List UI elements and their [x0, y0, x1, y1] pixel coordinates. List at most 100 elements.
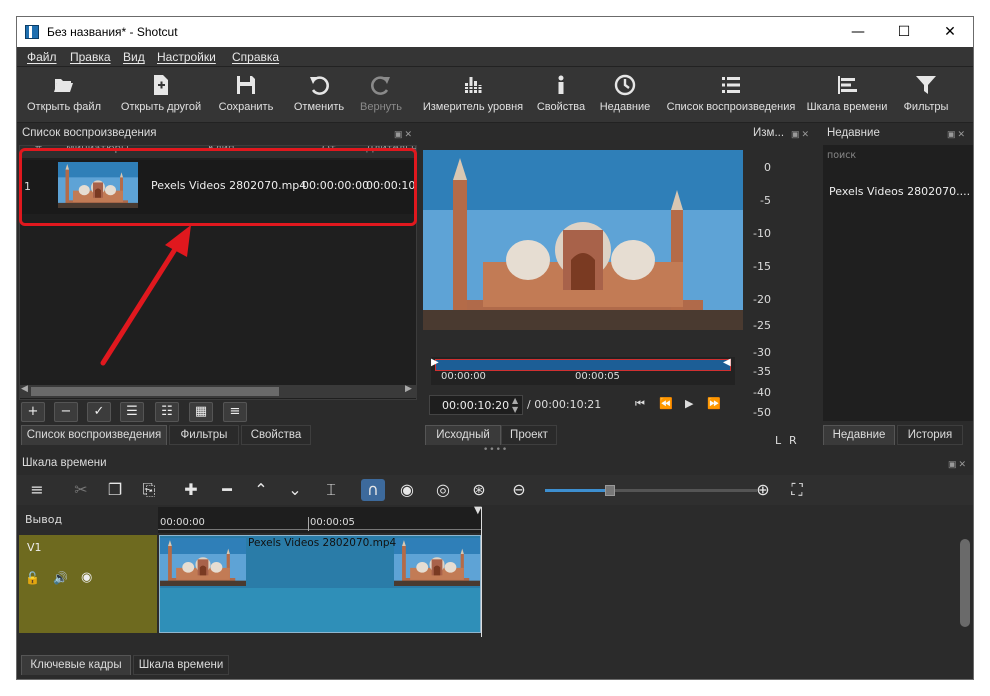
save-button[interactable]: Сохранить — [215, 69, 277, 119]
spin-arrows-icon[interactable]: ▲ ▼ — [512, 396, 518, 414]
timeline-vscrollbar[interactable] — [957, 535, 971, 635]
fast-forward-icon[interactable]: ⏩ — [707, 397, 721, 410]
level-meter-scale: 0 -5 -10 -15 -20 -25 -30 -35 -40 -50 — [747, 157, 771, 419]
dock-float-close-icon[interactable]: ▣✕ — [394, 129, 414, 140]
tab-recent[interactable]: Недавние — [823, 425, 895, 445]
add-icon[interactable]: + — [21, 402, 45, 422]
clock-icon — [614, 74, 636, 96]
meter-panel-header: Изм... ▣✕ — [753, 127, 821, 145]
paste-icon[interactable]: ⎘ — [137, 479, 161, 501]
properties-label: Свойства — [536, 101, 586, 113]
skip-previous-icon[interactable]: ⏮ — [635, 397, 645, 411]
tab-properties[interactable]: Свойства — [241, 425, 311, 445]
tab-history[interactable]: История — [897, 425, 963, 445]
hide-eye-icon[interactable]: ◉ — [81, 570, 92, 585]
ripple-all-icon[interactable]: ⊛ — [467, 479, 491, 501]
scroll-left-icon[interactable]: ◀ — [21, 384, 28, 394]
menu-help[interactable]: Справка — [232, 50, 279, 64]
open-other-label: Открыть другой — [120, 101, 202, 113]
append-icon[interactable]: ✚ — [179, 479, 203, 501]
menu-view[interactable]: Вид — [123, 50, 145, 64]
undo-button[interactable]: Отменить — [291, 69, 347, 119]
overwrite-icon[interactable]: ⌄ — [283, 479, 307, 501]
timeline-menu-icon[interactable]: ≡ — [25, 479, 49, 501]
icons-view-icon[interactable]: ▦ — [189, 402, 213, 422]
meter-panel-title: Изм... — [753, 127, 785, 139]
playlist-hscrollbar[interactable]: ◀ ▶ — [19, 384, 417, 398]
tab-timeline[interactable]: Шкала времени — [133, 655, 229, 675]
filters-button[interactable]: Фильтры — [897, 69, 955, 119]
playlist-panel-header: Список воспроизведения ▣✕ — [22, 127, 418, 145]
scrollbar-thumb[interactable] — [960, 539, 970, 627]
rewind-icon[interactable]: ⏪ — [659, 397, 673, 410]
list-item[interactable]: Pexels Videos 2802070.... — [829, 185, 970, 198]
cut-icon[interactable]: ✂ — [69, 479, 93, 501]
tiles-view-icon[interactable]: ☷ — [155, 402, 179, 422]
menu-edit[interactable]: Правка — [70, 50, 111, 64]
save-label: Сохранить — [218, 101, 274, 113]
scrollbar-thumb[interactable] — [31, 387, 279, 396]
recent-button[interactable]: Недавние — [597, 69, 653, 119]
menu-settings[interactable]: Настройки — [157, 50, 216, 64]
lift-icon[interactable]: ⌃ — [249, 479, 273, 501]
in-out-range — [435, 359, 731, 371]
window-title: Без названия* - Shotcut — [47, 25, 178, 39]
clip-start-thumbnail — [160, 538, 246, 586]
zoom-in-icon[interactable]: ⊕ — [751, 479, 775, 501]
ripple-delete-icon[interactable]: ━ — [215, 479, 239, 501]
split-icon[interactable]: ⌶ — [319, 479, 343, 501]
playlist-button[interactable]: Список воспроизведения — [663, 69, 799, 119]
properties-button[interactable]: Свойства — [533, 69, 589, 119]
zoom-slider-handle[interactable] — [605, 485, 615, 496]
tab-filters[interactable]: Фильтры — [169, 425, 239, 445]
open-file-button[interactable]: Открыть файл — [25, 69, 103, 119]
tab-project[interactable]: Проект — [501, 425, 557, 445]
recent-search-input[interactable]: поиск — [827, 150, 856, 161]
zoom-slider[interactable] — [545, 485, 757, 496]
position-timecode[interactable]: 00:00:10:20 ▲ ▼ — [429, 395, 523, 415]
timeline-clip[interactable]: Pexels Videos 2802070.mp4 — [159, 535, 481, 633]
minimize-icon[interactable]: — — [835, 17, 881, 47]
ruler-tick-line — [308, 517, 309, 531]
copy-icon[interactable]: ❐ — [103, 479, 127, 501]
update-icon[interactable]: ✓ — [87, 402, 111, 422]
tab-source[interactable]: Исходный — [425, 425, 501, 445]
details-view-icon[interactable]: ☰ — [120, 402, 144, 422]
tab-keyframes[interactable]: Ключевые кадры — [21, 655, 131, 675]
timeline-ruler[interactable]: 00:00:00 00:00:05 ▼ — [158, 505, 482, 533]
ripple-icon[interactable]: ◎ — [431, 479, 455, 501]
open-other-button[interactable]: Открыть другой — [115, 69, 207, 119]
timeline-button[interactable]: Шкала времени — [805, 69, 889, 119]
menu-icon[interactable]: ≡ — [223, 402, 247, 422]
in-point-icon[interactable]: ▶ — [431, 357, 439, 368]
zoom-out-icon[interactable]: ⊖ — [507, 479, 531, 501]
remove-icon[interactable]: − — [54, 402, 78, 422]
scroll-right-icon[interactable]: ▶ — [405, 384, 412, 394]
zoom-fit-icon[interactable]: ⛶ — [785, 479, 809, 501]
timeline-dock-icon[interactable]: ▣✕ — [948, 459, 968, 470]
meter-dock-icon[interactable]: ▣✕ — [791, 129, 811, 140]
maximize-icon[interactable]: ☐ — [881, 17, 927, 47]
recent-panel-header: Недавние ▣✕ — [827, 127, 973, 145]
menu-file[interactable]: Файл — [27, 50, 57, 64]
lock-icon[interactable]: 🔓 — [25, 571, 40, 585]
annotation-arrow — [100, 225, 191, 366]
scrub-drag-eye-icon[interactable]: ◉ — [395, 479, 419, 501]
play-icon[interactable]: ▶ — [685, 397, 693, 410]
close-icon[interactable]: ✕ — [927, 17, 973, 47]
mute-icon[interactable]: 🔊 — [53, 571, 68, 585]
snap-magnet-icon[interactable]: ∩ — [361, 479, 385, 501]
tab-playlist[interactable]: Список воспроизведения — [21, 425, 167, 445]
out-point-icon[interactable]: ◀ — [723, 357, 731, 368]
zoom-slider-fill — [545, 489, 607, 492]
splitter-handle-icon[interactable]: •••• — [483, 445, 508, 455]
peak-meter-label: Измеритель уровня — [422, 101, 524, 113]
ruler-tick-5: 00:00:05 — [310, 517, 355, 528]
peak-meter-button[interactable]: Измеритель уровня — [421, 69, 525, 119]
scrub-bar[interactable]: ▶ ◀ 00:00:00 00:00:05 — [431, 357, 735, 385]
video-preview[interactable] — [423, 150, 743, 330]
main-toolbar: Открыть файл Открыть другой Сохранить От… — [17, 67, 973, 123]
redo-button[interactable]: Вернуть — [355, 69, 407, 119]
meter-tick: -40 — [753, 386, 771, 399]
recent-dock-icon[interactable]: ▣✕ — [947, 129, 967, 140]
